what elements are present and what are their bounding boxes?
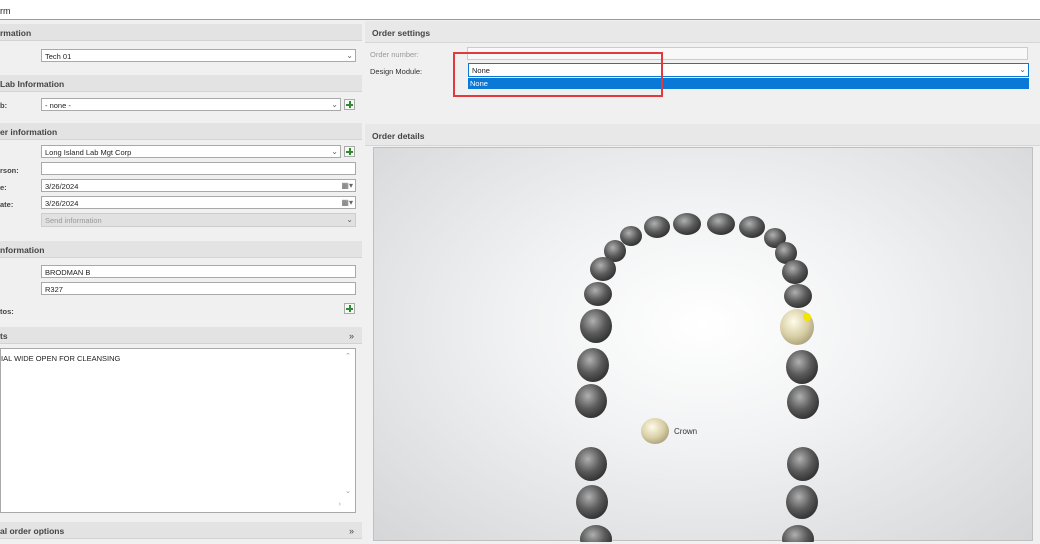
add-lab-button[interactable] [344,99,355,110]
tooth[interactable] [580,309,612,343]
date1-picker[interactable]: 3/26/2024 ▦▾ [41,179,356,192]
tooth[interactable] [782,260,808,284]
selection-marker [803,313,811,321]
annotation-highlight-box [453,52,663,97]
tooth[interactable] [786,485,818,519]
tooth[interactable] [590,257,616,281]
add-photo-button[interactable] [344,303,355,314]
patient-id-input[interactable]: R327 [41,282,356,295]
tooth[interactable] [580,525,612,544]
tooth-arch: Crown [575,213,819,544]
dental-chart-canvas[interactable]: Crown [373,147,1033,544]
section-title: rmation [0,28,32,38]
order-details-header: Order details [365,124,1040,146]
collapse-icon[interactable]: » [349,331,354,341]
tooth[interactable] [739,216,765,238]
design-module-label: Design Module: [370,67,423,76]
section-title: ts [0,331,8,341]
section-order-header[interactable]: er information [0,123,362,140]
chevron-down-icon: ⌄ [331,147,338,156]
window-title: rm [0,6,11,16]
chevron-down-icon[interactable]: ⌄ [1019,65,1026,74]
tooth[interactable] [786,350,818,384]
tooth[interactable] [620,226,642,246]
contact-label: rson: [0,166,19,175]
section-title: er information [0,127,58,137]
tooth[interactable] [782,525,814,544]
tooth[interactable] [575,447,607,481]
right-panel: Order settings Order number: Design Modu… [365,21,1040,544]
tooth[interactable] [575,384,607,418]
send-information-select: Send information ⌄ [41,213,356,227]
calendar-icon[interactable]: ▦▾ [341,198,353,207]
vertical-scrollbar[interactable]: ⌃ ⌄ [343,349,355,499]
calendar-icon[interactable]: ▦▾ [341,181,353,190]
title-bar: rm [0,0,1040,20]
crown-legend-label: Crown [674,427,697,436]
section-title: Lab Information [0,79,65,89]
horizontal-scrollbar[interactable]: › [1,500,355,512]
order-settings-title: Order settings [372,28,431,38]
tooth[interactable] [707,213,735,235]
tooth[interactable] [576,485,608,519]
lab-select[interactable]: - none - ⌄ [41,98,341,111]
section-information-header[interactable]: rmation [0,24,362,41]
section-comments-header[interactable]: ts » [0,327,362,344]
lab-label: b: [0,101,8,110]
scroll-down-icon[interactable]: ⌄ [345,487,351,495]
section-title: nformation [0,245,45,255]
collapse-icon[interactable]: » [349,526,354,536]
date2-picker[interactable]: 3/26/2024 ▦▾ [41,196,356,209]
order-details-title: Order details [372,131,425,141]
tooth[interactable] [673,213,701,235]
tooth[interactable] [644,216,670,238]
order-number-label: Order number: [370,50,419,59]
comments-textarea[interactable]: IAL WIDE OPEN FOR CLEANSING ⌃ ⌄ › [0,348,356,513]
tooth[interactable] [787,447,819,481]
chevron-down-icon: ⌄ [331,100,338,109]
client-select[interactable]: Long Island Lab Mgt Corp ⌄ [41,145,341,158]
patient-name-input[interactable]: BRODMAN B [41,265,356,278]
section-lab-header[interactable]: Lab Information [0,75,362,92]
scroll-right-icon[interactable]: › [339,501,341,508]
technician-select[interactable]: Tech 01 ⌄ [41,49,356,62]
tooth[interactable] [584,282,612,306]
tooth[interactable] [577,348,609,382]
date1-label: e: [0,183,7,192]
tooth[interactable] [787,385,819,419]
order-settings-header: Order settings [365,21,1040,43]
tooth[interactable] [784,284,812,308]
chevron-down-icon: ⌄ [346,51,353,60]
add-client-button[interactable] [344,146,355,157]
scroll-up-icon[interactable]: ⌃ [345,352,351,360]
date2-label: ate: [0,200,14,209]
section-patient-header[interactable]: nformation [0,241,362,258]
section-additional-header[interactable]: al order options » [0,522,362,539]
contact-input[interactable] [41,162,356,175]
crown-legend-icon [641,418,669,444]
chevron-down-icon: ⌄ [346,215,353,224]
section-title: al order options [0,526,65,536]
photos-label: tos: [0,307,14,316]
